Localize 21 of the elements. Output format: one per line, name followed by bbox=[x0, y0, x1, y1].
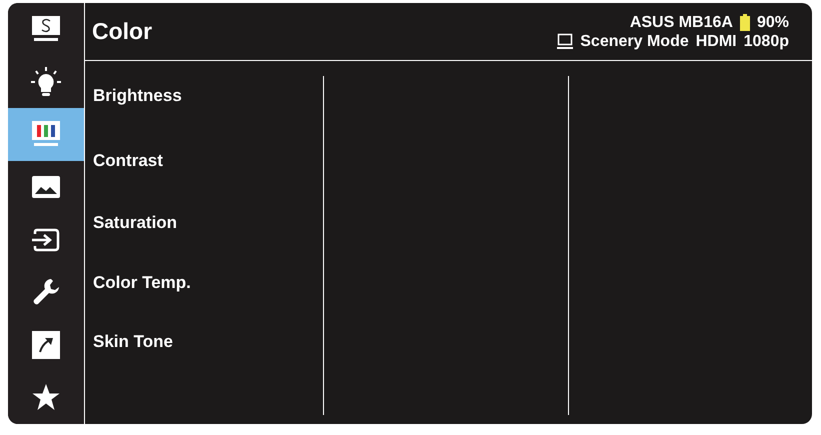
shortcut-icon bbox=[32, 330, 60, 359]
star-icon bbox=[31, 383, 61, 412]
menu-item[interactable]: Brightness bbox=[93, 86, 182, 106]
monitor-icon bbox=[557, 33, 574, 49]
menu-item[interactable]: Skin Tone bbox=[93, 332, 173, 352]
input-label: HDMI bbox=[696, 32, 737, 50]
mode-label: Scenery Mode bbox=[580, 32, 689, 50]
battery-icon bbox=[740, 14, 750, 30]
menu-item[interactable]: Color Temp. bbox=[93, 273, 191, 293]
lightbulb-icon bbox=[30, 66, 62, 98]
input-icon bbox=[31, 228, 61, 252]
splendid-icon bbox=[31, 15, 61, 44]
color-bars-icon bbox=[31, 120, 61, 148]
menu-item[interactable]: Saturation bbox=[93, 213, 178, 233]
menu-title: Color bbox=[92, 18, 152, 45]
wrench-icon bbox=[31, 277, 61, 308]
resolution-label: 1080p bbox=[744, 32, 789, 50]
model-name: ASUS MB16A bbox=[630, 12, 733, 32]
image-icon bbox=[31, 175, 61, 200]
menu-item[interactable]: Contrast bbox=[93, 151, 163, 171]
battery-percentage: 90% bbox=[756, 12, 789, 32]
